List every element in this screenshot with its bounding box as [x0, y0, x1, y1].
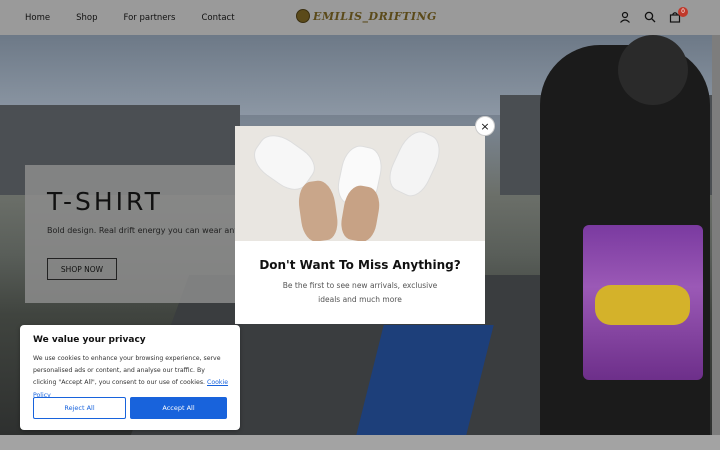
page-bottom [0, 435, 720, 450]
shop-now-button[interactable]: SHOP NOW [47, 258, 117, 280]
tshirt-print-car [595, 285, 690, 325]
nav-home[interactable]: Home [25, 13, 50, 23]
nav-for-partners[interactable]: For partners [124, 13, 176, 23]
popup-title: Don't Want To Miss Anything? [259, 258, 461, 272]
accept-all-button[interactable]: Accept All [130, 397, 227, 419]
page-edge [712, 35, 720, 435]
cookie-body: We use cookies to enhance your browsing … [33, 355, 221, 387]
close-icon[interactable]: × [475, 116, 495, 136]
shoe-image [295, 178, 340, 241]
shoe-image [383, 126, 447, 202]
reject-all-button[interactable]: Reject All [33, 397, 126, 419]
site-header: Home Shop For partners Contact EMILIS_DR… [0, 0, 720, 35]
nav-contact[interactable]: Contact [201, 13, 234, 23]
popup-text: Be the first to see new arrivals, exclus… [282, 281, 438, 304]
logo-icon [296, 9, 310, 23]
hero-subtitle: Bold design. Real drift energy you can w… [47, 226, 246, 235]
newsletter-popup: Don't Want To Miss Anything? Be the firs… [235, 126, 485, 324]
account-icon[interactable] [619, 11, 631, 23]
nav-shop[interactable]: Shop [76, 13, 97, 23]
search-icon[interactable] [644, 11, 656, 23]
logo-text: EMILIS_DRIFTING [313, 9, 437, 23]
cart-count-badge: 0 [678, 7, 688, 17]
site-logo[interactable]: EMILIS_DRIFTING [296, 9, 437, 23]
cookie-title: We value your privacy [33, 335, 146, 345]
main-nav: Home Shop For partners Contact [25, 0, 261, 35]
cookie-banner: We value your privacy We use cookies to … [20, 325, 240, 430]
cookie-text: We use cookies to enhance your browsing … [33, 353, 228, 402]
hero-model-head [618, 35, 688, 105]
popup-image [235, 126, 485, 241]
hero-title: T-SHIRT [47, 187, 163, 216]
hero-card: T-SHIRT Bold design. Real drift energy y… [25, 165, 255, 303]
